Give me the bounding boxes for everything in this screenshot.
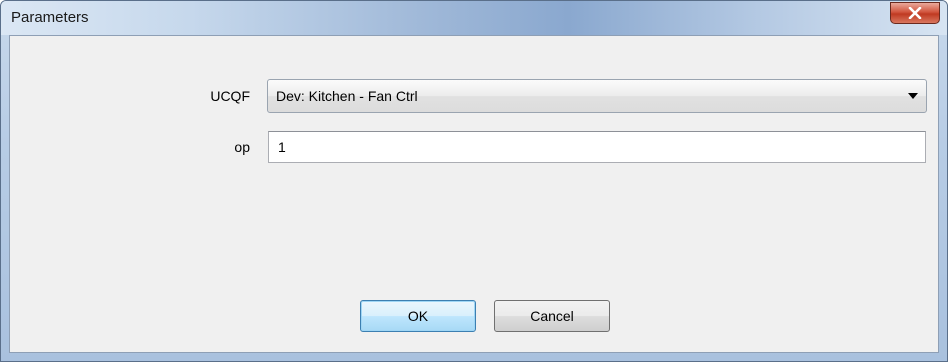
- ucqf-dropdown[interactable]: Dev: Kitchen - Fan Ctrl: [267, 79, 927, 113]
- close-button[interactable]: [890, 2, 940, 24]
- ucqf-label: UCQF: [210, 88, 250, 104]
- dialog-window: Parameters UCQF Dev: Kitchen - Fan Ctrl …: [0, 0, 948, 362]
- title-bar[interactable]: Parameters: [1, 1, 947, 35]
- op-label: op: [234, 139, 250, 155]
- chevron-down-icon[interactable]: [908, 93, 918, 99]
- ucqf-selected-value: Dev: Kitchen - Fan Ctrl: [276, 88, 418, 104]
- op-input[interactable]: [268, 131, 926, 163]
- close-icon: [908, 7, 922, 19]
- window-title: Parameters: [11, 9, 89, 26]
- dialog-client-area: UCQF Dev: Kitchen - Fan Ctrl op OK Cance…: [9, 35, 939, 353]
- cancel-button[interactable]: Cancel: [494, 300, 610, 332]
- ok-button[interactable]: OK: [360, 300, 476, 332]
